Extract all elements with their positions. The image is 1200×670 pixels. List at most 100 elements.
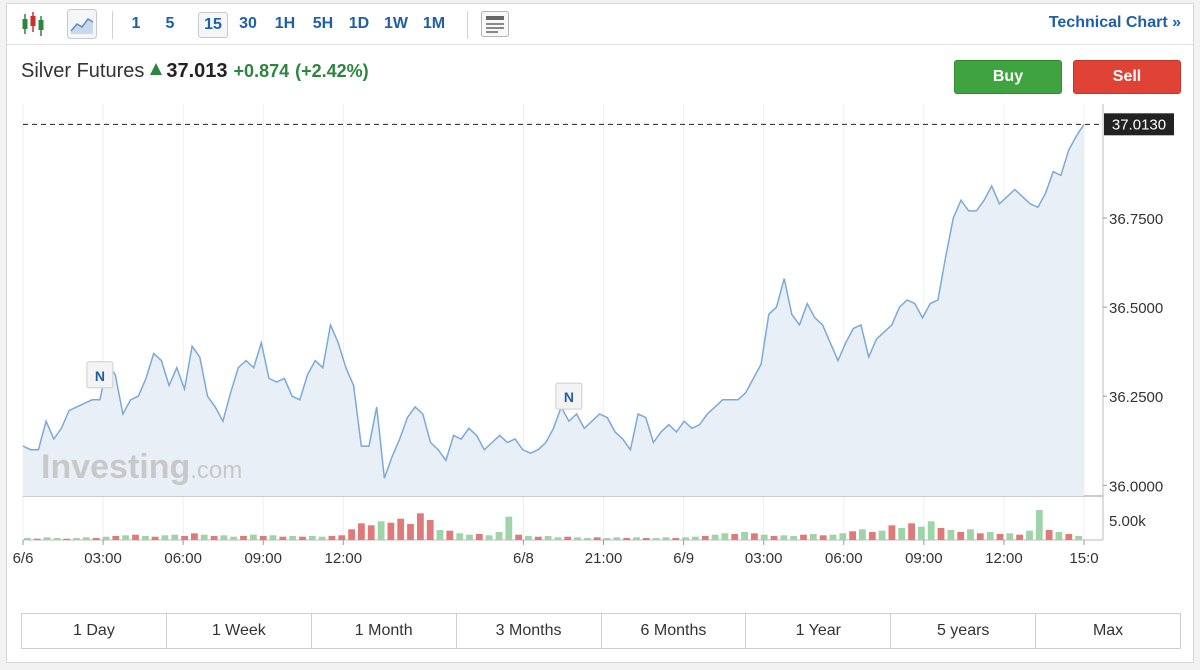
y-tick-label: 36.2500 xyxy=(1109,389,1163,406)
watermark-brand: Investing xyxy=(41,448,190,486)
volume-bar xyxy=(908,523,915,540)
volume-bar xyxy=(751,533,758,540)
volume-bar xyxy=(1045,530,1053,540)
volume-bar xyxy=(132,534,139,540)
volume-bar xyxy=(1016,534,1023,540)
range-1-week-button[interactable]: 1 Week xyxy=(167,614,312,648)
volume-bar xyxy=(485,535,493,540)
volume-bar xyxy=(53,538,61,540)
range-1-day-button[interactable]: 1 Day xyxy=(22,614,167,648)
volume-bar xyxy=(623,538,631,540)
volume-bar xyxy=(682,537,689,540)
range-3-months-button[interactable]: 3 Months xyxy=(457,614,602,648)
volume-bar xyxy=(259,536,267,540)
volume-bar xyxy=(574,537,581,540)
watermark-suffix: .com xyxy=(190,457,242,484)
volume-bar xyxy=(937,528,945,540)
volume-bar xyxy=(780,535,788,540)
x-tick-label: 03:00 xyxy=(745,550,783,567)
volume-bar xyxy=(711,534,719,540)
volume-bar xyxy=(741,532,748,540)
volume-bar xyxy=(672,538,680,540)
volume-bar xyxy=(603,538,611,540)
volume-bar xyxy=(633,537,640,540)
volume-bar xyxy=(692,536,699,540)
volume-bar xyxy=(456,533,464,540)
volume-bar xyxy=(868,532,876,540)
volume-bar xyxy=(918,526,925,540)
volume-bar xyxy=(976,533,984,540)
volume-bar xyxy=(407,524,414,540)
volume-bar xyxy=(328,536,336,540)
volume-bar xyxy=(1065,534,1073,540)
y-tick-label: 36.7500 xyxy=(1109,211,1163,228)
x-tick-label: 12:00 xyxy=(985,550,1023,567)
volume-bar xyxy=(122,535,129,540)
volume-bar xyxy=(495,532,503,540)
range-6-months-button[interactable]: 6 Months xyxy=(602,614,747,648)
x-tick-label: 09:00 xyxy=(905,550,943,567)
price-chart[interactable]: Investing.com 37.0130 36.7500 36.5000 36.250… xyxy=(7,4,1193,604)
volume-bar xyxy=(279,536,287,540)
volume-bar xyxy=(515,534,522,540)
volume-bar xyxy=(230,536,238,540)
volume-bar xyxy=(446,530,454,540)
range-5-years-button[interactable]: 5 years xyxy=(891,614,1037,648)
volume-bar xyxy=(564,536,572,540)
volume-bar xyxy=(642,538,650,540)
volume-bar xyxy=(1006,533,1014,540)
volume-bar xyxy=(1035,510,1043,540)
volume-bar xyxy=(436,530,444,540)
x-tick-label: 6/6 xyxy=(13,550,34,567)
volume-bar xyxy=(377,521,385,540)
news-marker-label: N xyxy=(95,368,105,384)
volume-bar xyxy=(33,538,41,540)
volume-bar xyxy=(240,536,247,540)
x-tick-label: 21:00 xyxy=(585,550,623,567)
volume-bar xyxy=(250,534,257,540)
volume-bar xyxy=(996,534,1004,540)
volume-bar xyxy=(181,536,188,540)
volume-bar xyxy=(191,533,198,540)
y-tick-label: 36.0000 xyxy=(1109,478,1163,495)
volume-bar xyxy=(299,536,306,540)
volume-bar xyxy=(161,535,169,540)
volume-bar xyxy=(269,535,277,540)
volume-bar xyxy=(525,536,532,540)
volume-bar xyxy=(829,534,837,540)
range-1-month-button[interactable]: 1 Month xyxy=(312,614,457,648)
volume-bar xyxy=(721,533,729,540)
volume-bar xyxy=(338,535,346,540)
volume-bar xyxy=(387,522,395,540)
volume-bar xyxy=(760,534,768,540)
range-selector: 1 Day 1 Week 1 Month 3 Months 6 Months 1 Year… xyxy=(21,613,1181,649)
volume-bar xyxy=(318,536,326,540)
volume-bar xyxy=(171,534,179,540)
volume-bar xyxy=(102,536,110,540)
volume-bar xyxy=(839,533,847,540)
volume-bar xyxy=(652,538,660,540)
volume-bar xyxy=(849,531,856,540)
volume-bar xyxy=(358,523,365,540)
last-price-label: 37.0130 xyxy=(1112,116,1166,133)
volume-bar xyxy=(43,537,51,540)
volume-bar xyxy=(1075,536,1082,540)
volume-bar xyxy=(475,534,483,540)
volume-bar xyxy=(790,536,798,540)
volume-bar xyxy=(397,518,405,540)
volume-bar xyxy=(770,536,778,540)
volume-bar xyxy=(613,537,621,540)
range-1-year-button[interactable]: 1 Year xyxy=(746,614,892,648)
volume-bar xyxy=(859,529,866,540)
volume-bar xyxy=(947,530,955,540)
volume-bar xyxy=(24,538,31,540)
volume-bar xyxy=(82,537,90,540)
volume-bar xyxy=(888,525,896,540)
volume-bar xyxy=(289,536,297,540)
volume-bar xyxy=(1055,532,1063,540)
x-tick-label: 6/9 xyxy=(673,550,694,567)
volume-bar xyxy=(141,536,149,540)
volume-bar xyxy=(701,536,709,540)
x-tick-label: 06:00 xyxy=(825,550,863,567)
range-max-button[interactable]: Max xyxy=(1036,614,1180,648)
